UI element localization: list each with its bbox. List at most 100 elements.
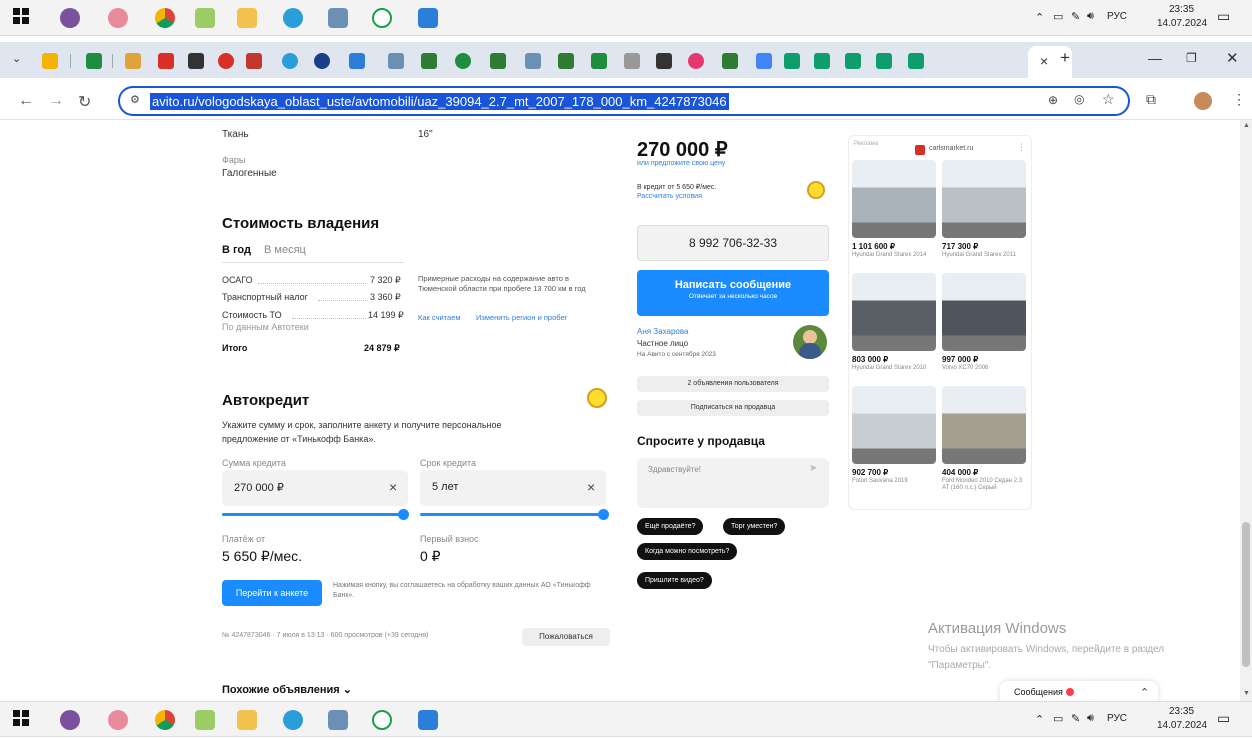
language-indicator[interactable]: РУС <box>1107 11 1127 22</box>
ask-message-input[interactable]: Здравствуйте! ➤ <box>637 458 829 508</box>
seller-ads-button[interactable]: 2 объявления пользователя <box>637 376 829 392</box>
tab-per-year[interactable]: В год <box>222 244 251 256</box>
ad-title[interactable]: Hyundai Grand Starex 2011 <box>942 252 1028 259</box>
chrome-icon[interactable] <box>155 710 175 730</box>
site-info-icon[interactable]: ⚙ <box>130 93 140 106</box>
tab-search-icon[interactable]: ⌄ <box>12 52 21 65</box>
tab-favicon[interactable] <box>908 53 924 69</box>
photos-icon[interactable] <box>418 710 438 730</box>
tab-favicon[interactable] <box>282 53 298 69</box>
ad-title[interactable]: Hyundai Grand Starex 2014 <box>852 252 938 259</box>
offer-price-link[interactable]: или предложите свою цену <box>637 160 725 167</box>
tab-favicon[interactable] <box>688 53 704 69</box>
credit-sum-slider-handle[interactable] <box>398 509 409 520</box>
ad-car-image[interactable] <box>852 273 936 351</box>
tab-favicon[interactable] <box>784 53 800 69</box>
credit-term-slider[interactable] <box>420 513 606 516</box>
viber-icon[interactable] <box>60 8 80 28</box>
pen-icon[interactable]: ✎ <box>1071 712 1080 725</box>
tab-favicon[interactable] <box>814 53 830 69</box>
credit-sum-input[interactable]: 270 000 ₽ × <box>222 470 408 506</box>
forward-icon[interactable]: → <box>48 92 64 110</box>
close-window-icon[interactable]: ✕ <box>1226 49 1239 67</box>
notifications-icon[interactable]: ▭ <box>1217 710 1230 727</box>
chrome-icon[interactable] <box>155 8 175 28</box>
address-bar[interactable]: ⚙ avito.ru/vologodskaya_oblast_uste/avto… <box>118 86 1130 116</box>
folder-icon[interactable] <box>237 8 257 28</box>
ad-car-image[interactable] <box>852 386 936 464</box>
similar-ads-toggle[interactable]: Похожие объявления ⌄ <box>222 683 352 696</box>
messages-expand-icon[interactable]: ⌃ <box>1140 686 1149 699</box>
tray-chevron-icon[interactable]: ⌃ <box>1035 713 1044 726</box>
tab-favicon[interactable] <box>349 53 365 69</box>
clear-sum-icon[interactable]: × <box>389 479 397 495</box>
write-message-button[interactable]: Написать сообщение Отвечает за несколько… <box>637 270 829 316</box>
windows-start-icon[interactable] <box>13 710 33 730</box>
tab-favicon[interactable] <box>558 53 574 69</box>
eye-off-icon[interactable]: ◎ <box>1074 92 1084 106</box>
tab-favicon[interactable] <box>591 53 607 69</box>
seller-avatar[interactable] <box>793 325 827 359</box>
profile-avatar[interactable] <box>1194 92 1212 110</box>
photos-icon[interactable] <box>418 8 438 28</box>
tab-favicon[interactable] <box>188 53 204 69</box>
page-scrollbar[interactable]: ▲ ▼ <box>1240 120 1252 701</box>
ad-car-image[interactable] <box>942 160 1026 238</box>
ad-title[interactable]: Ford Mondeo 2010 Седан 2.3 AT (160 л.с.)… <box>942 478 1028 492</box>
tab-favicon[interactable] <box>125 53 141 69</box>
quick-question-still-selling[interactable]: Ещё продаёте? <box>637 518 704 535</box>
send-icon[interactable]: ➤ <box>809 463 817 474</box>
quick-question-when-view[interactable]: Когда можно посмотреть? <box>637 543 738 560</box>
tab-favicon[interactable] <box>845 53 861 69</box>
ad-car-image[interactable] <box>852 160 936 238</box>
scrollbar-thumb[interactable] <box>1242 522 1250 667</box>
credit-term-input[interactable]: 5 лет × <box>420 470 606 506</box>
viber-icon[interactable] <box>60 710 80 730</box>
tab-per-month[interactable]: В месяц <box>264 244 306 256</box>
minimize-icon[interactable]: — <box>1148 50 1162 66</box>
tab-favicon[interactable] <box>218 53 234 69</box>
calc-conditions-link[interactable]: Рассчитать условия <box>637 193 702 200</box>
credit-term-slider-handle[interactable] <box>598 509 609 520</box>
credit-sum-slider[interactable] <box>222 513 406 516</box>
change-region-link[interactable]: Изменить регион и пробег <box>476 313 567 322</box>
language-indicator[interactable]: РУС <box>1107 713 1127 724</box>
extensions-icon[interactable]: ⧉ <box>1146 91 1156 108</box>
network-icon[interactable]: ▭ <box>1053 712 1063 725</box>
clear-term-icon[interactable]: × <box>587 479 595 495</box>
ad-site-name[interactable]: carlsmarket.ru <box>929 145 973 152</box>
tab-favicon[interactable] <box>42 53 58 69</box>
excel-icon[interactable] <box>195 710 215 730</box>
back-icon[interactable]: ← <box>18 92 34 110</box>
volume-icon[interactable]: 🔊︎ <box>1087 712 1094 725</box>
clock-time[interactable]: 23:35 <box>1169 706 1194 717</box>
clock-time[interactable]: 23:35 <box>1169 4 1194 15</box>
show-phone-button[interactable]: 8 992 706-32-33 <box>637 225 829 261</box>
whatsapp-icon[interactable] <box>372 710 392 730</box>
volume-icon[interactable]: 🔊︎ <box>1087 10 1094 23</box>
document-icon[interactable] <box>328 8 348 28</box>
new-tab-button[interactable]: + <box>1060 48 1070 68</box>
how-we-calc-link[interactable]: Как считаем <box>418 313 461 322</box>
notifications-icon[interactable]: ▭ <box>1217 8 1230 25</box>
menu-icon[interactable]: ⋮ <box>1232 91 1246 108</box>
tab-favicon[interactable] <box>756 53 772 69</box>
quick-question-bargain[interactable]: Торг уместен? <box>723 518 786 535</box>
snipping-icon[interactable] <box>108 8 128 28</box>
whatsapp-icon[interactable] <box>372 8 392 28</box>
subscribe-seller-button[interactable]: Подписаться на продавца <box>637 400 829 416</box>
ad-car-image[interactable] <box>942 386 1026 464</box>
tab-favicon[interactable] <box>388 53 404 69</box>
windows-start-icon[interactable] <box>13 8 33 28</box>
tab-favicon[interactable] <box>455 53 471 69</box>
clock-date[interactable]: 14.07.2024 <box>1157 18 1207 29</box>
quick-question-send-video[interactable]: Пришлите видео? <box>637 572 712 589</box>
scroll-up-icon[interactable]: ▲ <box>1243 122 1250 129</box>
snipping-icon[interactable] <box>108 710 128 730</box>
ad-car-image[interactable] <box>942 273 1026 351</box>
seller-name[interactable]: Аня Захарова <box>637 327 688 336</box>
pen-icon[interactable]: ✎ <box>1071 10 1080 23</box>
excel-icon[interactable] <box>195 8 215 28</box>
tab-favicon[interactable] <box>624 53 640 69</box>
tab-favicon[interactable] <box>246 53 262 69</box>
